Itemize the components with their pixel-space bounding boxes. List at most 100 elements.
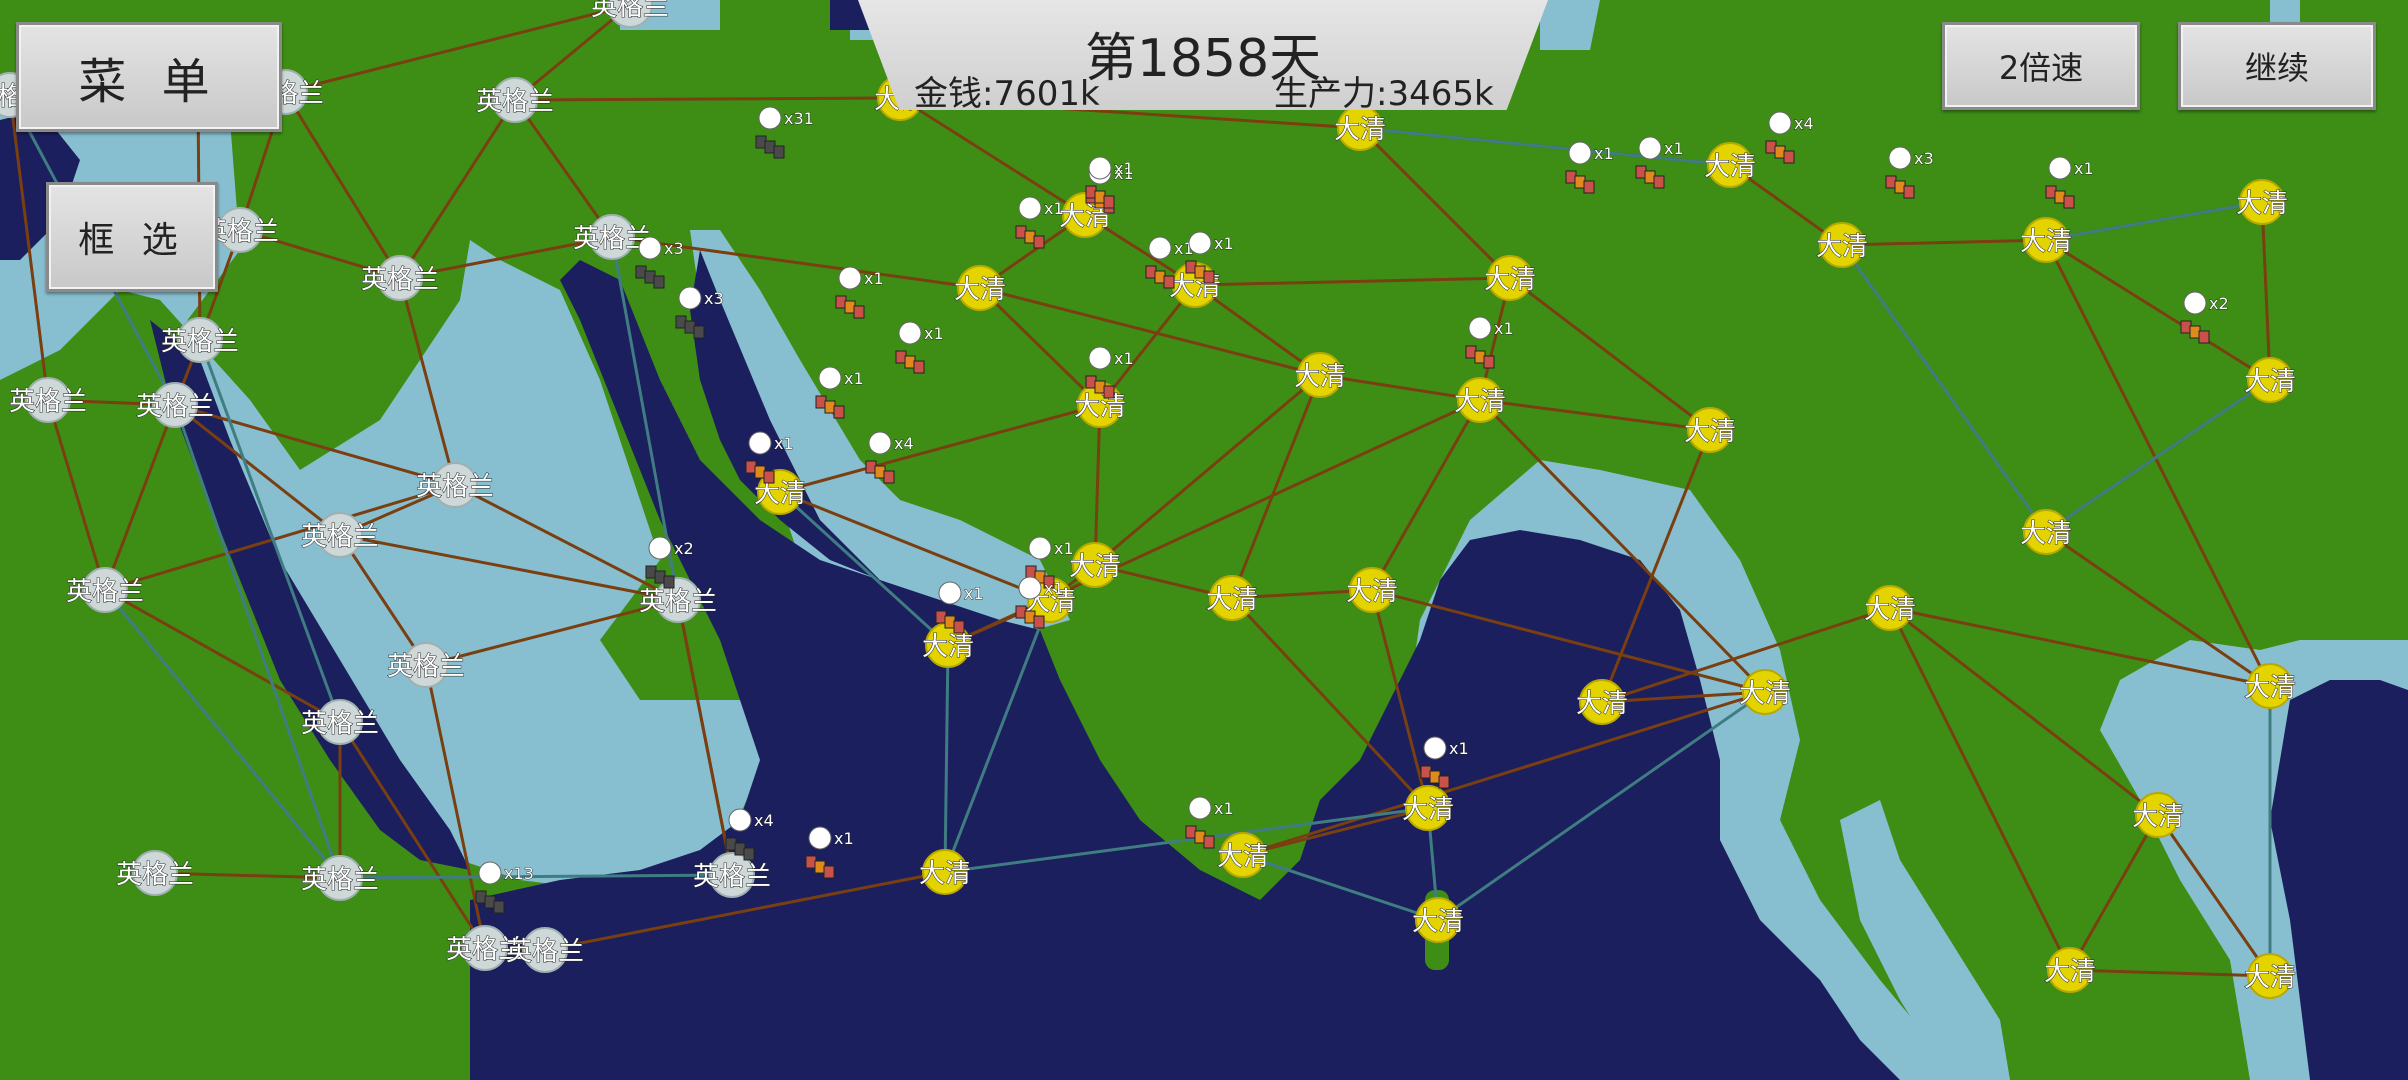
unit-count-label: x1 xyxy=(834,829,854,848)
soldier-icon xyxy=(2198,330,2210,344)
node-owner-label: 大清 xyxy=(1484,265,1536,295)
unit-count-label: x1 xyxy=(1214,799,1234,818)
unit-count-label: x4 xyxy=(1794,114,1814,133)
node-owner-label: 大清 xyxy=(919,859,971,889)
unit-flag-icon xyxy=(868,431,892,455)
soldier-icon xyxy=(1438,775,1450,789)
unit-flag-icon xyxy=(1188,796,1212,820)
soldier-icon xyxy=(883,470,895,484)
soldier-icon xyxy=(1483,355,1495,369)
soldier-icon xyxy=(1163,275,1175,289)
soldier-icon xyxy=(493,900,505,914)
unit-flag-icon xyxy=(1568,141,1592,165)
land-route xyxy=(514,96,901,102)
soldier-icon xyxy=(1103,385,1115,399)
node-owner-label: 大清 xyxy=(954,275,1006,305)
node-owner-label: 大清 xyxy=(922,632,974,662)
box-select-button[interactable]: 框 选 xyxy=(46,182,218,292)
node-owner-label: 大清 xyxy=(754,479,806,509)
unit-flag-icon xyxy=(748,431,772,455)
node-owner-label: 英格兰 xyxy=(136,392,214,422)
unit-flag-icon xyxy=(648,536,672,560)
node-owner-label: 大清 xyxy=(2244,673,2296,703)
soldier-icon xyxy=(953,620,965,634)
unit-count-label: x1 xyxy=(774,434,794,453)
unit-count-label: x3 xyxy=(1914,149,1934,168)
node-owner-label: 大清 xyxy=(2020,227,2072,257)
unit-count-label: x1 xyxy=(1054,539,1074,558)
unit-count-label: x2 xyxy=(2209,294,2229,313)
node-owner-label: 英格兰 xyxy=(639,587,717,617)
node-owner-label: 大清 xyxy=(1206,585,1258,615)
speed-button[interactable]: 2倍速 xyxy=(1942,22,2140,110)
money-readout: 金钱:7601k xyxy=(914,74,1100,114)
unit-count-label: x1 xyxy=(1594,144,1614,163)
soldier-icon xyxy=(1203,835,1215,849)
node-owner-label: 英格兰 xyxy=(361,265,439,295)
production-readout: 生产力:3465k xyxy=(1274,74,1494,114)
unit-flag-icon xyxy=(478,861,502,885)
soldier-icon xyxy=(1033,235,1045,249)
unit-count-label: x4 xyxy=(894,434,914,453)
unit-flag-icon xyxy=(638,236,662,260)
unit-flag-icon xyxy=(728,808,752,832)
unit-count-label: x1 xyxy=(1449,739,1469,758)
unit-flag-icon xyxy=(1468,316,1492,340)
menu-button[interactable]: 菜 单 xyxy=(16,22,282,132)
unit-count-label: x1 xyxy=(964,584,984,603)
unit-flag-icon xyxy=(1088,156,1112,180)
soldier-icon xyxy=(1583,180,1595,194)
unit-count-label: x1 xyxy=(924,324,944,343)
unit-flag-icon xyxy=(808,826,832,850)
unit-count-label: x1 xyxy=(1214,234,1234,253)
unit-count-label: x4 xyxy=(754,811,774,830)
unit-flag-icon xyxy=(678,286,702,310)
unit-count-label: x1 xyxy=(1114,159,1134,178)
unit-flag-icon xyxy=(1768,111,1792,135)
continue-button[interactable]: 继续 xyxy=(2178,22,2376,110)
unit-flag-icon xyxy=(1148,236,1172,260)
unit-count-label: x3 xyxy=(664,239,684,258)
node-owner-label: 大清 xyxy=(1346,577,1398,607)
unit-flag-icon xyxy=(1638,136,1662,160)
unit-flag-icon xyxy=(2048,156,2072,180)
node-owner-label: 英格兰 xyxy=(116,860,194,890)
unit-flag-icon xyxy=(898,321,922,345)
unit-flag-icon xyxy=(1028,536,1052,560)
unit-count-label: x31 xyxy=(784,109,814,128)
world-map[interactable]: 英格兰英格兰英格兰英格兰英格兰英格兰英格兰英格兰 英格兰英格兰英格兰英格兰 英格兰英… xyxy=(0,0,2408,1080)
node-owner-label: 英格兰 xyxy=(476,87,554,117)
node-owner-label: 大清 xyxy=(1074,392,1126,422)
node-owner-label: 大清 xyxy=(1704,152,1756,182)
unit-flag-icon xyxy=(1018,196,1042,220)
soldier-icon xyxy=(853,305,865,319)
node-owner-label: 大清 xyxy=(1217,842,1269,872)
node-owner-label: 大清 xyxy=(1069,552,1121,582)
node-owner-label: 大清 xyxy=(2244,367,2296,397)
soldier-icon xyxy=(1903,185,1915,199)
soldier-icon xyxy=(1103,195,1115,209)
soldier-icon xyxy=(833,405,845,419)
node-owner-label: 大清 xyxy=(2132,802,2184,832)
unit-count-label: x1 xyxy=(1664,139,1684,158)
unit-flag-icon xyxy=(1088,346,1112,370)
unit-count-label: x3 xyxy=(704,289,724,308)
unit-count-label: x1 xyxy=(864,269,884,288)
soldier-icon xyxy=(663,575,675,589)
soldier-icon xyxy=(773,145,785,159)
node-owner-label: 英格兰 xyxy=(693,862,771,892)
node-owner-label: 英格兰 xyxy=(591,0,669,22)
unit-count-label: x1 xyxy=(844,369,864,388)
soldier-icon xyxy=(743,847,755,861)
soldier-icon xyxy=(1653,175,1665,189)
node-owner-label: 英格兰 xyxy=(66,577,144,607)
node-owner-label: 大清 xyxy=(1454,387,1506,417)
node-owner-label: 大清 xyxy=(2020,519,2072,549)
node-owner-label: 大清 xyxy=(2244,963,2296,993)
node-owner-label: 大清 xyxy=(2044,957,2096,987)
unit-count-label: x1 xyxy=(1114,349,1134,368)
node-owner-label: 英格兰 xyxy=(301,522,379,552)
node-owner-label: 大清 xyxy=(1294,362,1346,392)
node-owner-label: 英格兰 xyxy=(387,652,465,682)
soldier-icon xyxy=(1203,270,1215,284)
